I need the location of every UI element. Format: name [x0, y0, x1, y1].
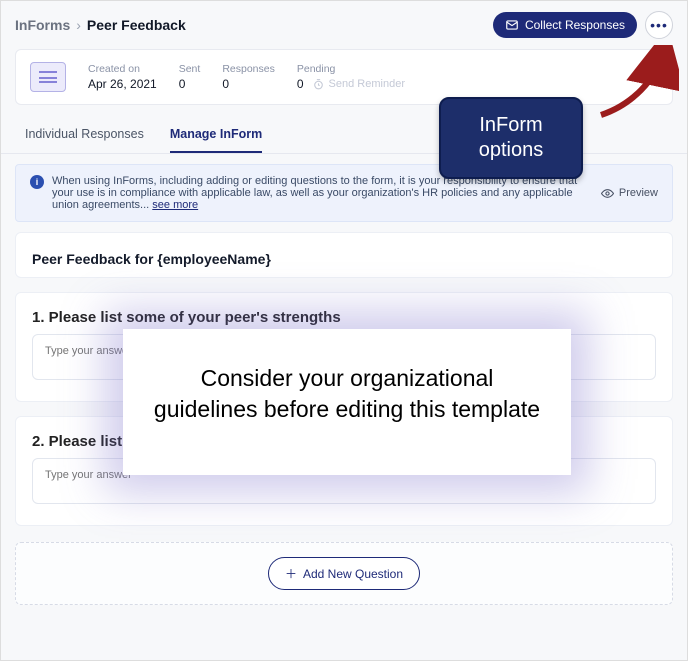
add-question-row: ＋ Add New Question: [15, 542, 673, 605]
form-title: Peer Feedback for {employeeName}: [32, 251, 271, 267]
meta-pending-value: 0: [297, 77, 304, 91]
tabs: Individual Responses Manage InForm: [1, 115, 687, 154]
plus-icon: ＋: [285, 565, 297, 582]
guidelines-overlay: Consider your organizational guidelines …: [123, 329, 571, 475]
meta-responses-value: 0: [222, 77, 275, 91]
meta-created: Created on Apr 26, 2021: [88, 63, 157, 91]
callout-title: InForm options: [479, 114, 544, 161]
preview-button[interactable]: Preview: [601, 187, 658, 200]
topbar: InForms › Peer Feedback Collect Response…: [1, 1, 687, 49]
chevron-right-icon: ›: [76, 17, 81, 33]
more-options-button[interactable]: •••: [645, 11, 673, 39]
meta-sent-value: 0: [179, 77, 201, 91]
meta-sent: Sent 0: [179, 63, 201, 91]
app-frame: InForms › Peer Feedback Collect Response…: [0, 0, 688, 661]
breadcrumb-page: Peer Feedback: [87, 17, 186, 33]
add-question-label: Add New Question: [303, 567, 403, 581]
clock-icon: [312, 78, 325, 91]
compliance-banner: i When using InForms, including adding o…: [30, 175, 591, 211]
callout-inform-options: InForm options: [439, 97, 583, 179]
meta-created-label: Created on: [88, 63, 157, 75]
meta-responses: Responses 0: [222, 63, 275, 91]
meta-created-value: Apr 26, 2021: [88, 77, 157, 91]
add-question-button[interactable]: ＋ Add New Question: [268, 557, 420, 590]
compliance-banner-text: When using InForms, including adding or …: [52, 175, 577, 211]
question-1-title: 1. Please list some of your peer's stren…: [32, 309, 656, 326]
tab-manage-inform[interactable]: Manage InForm: [170, 115, 262, 153]
compliance-banner-body: When using InForms, including adding or …: [52, 175, 591, 211]
meta-pending: Pending 0 Send Reminder: [297, 63, 405, 91]
form-header-card: Peer Feedback for {employeeName}: [15, 232, 673, 278]
form-icon: [30, 62, 66, 92]
envelope-icon: [505, 18, 519, 32]
meta-pending-label: Pending: [297, 63, 405, 75]
collect-responses-button[interactable]: Collect Responses: [493, 12, 637, 38]
see-more-link[interactable]: see more: [152, 199, 198, 211]
topbar-actions: Collect Responses •••: [493, 11, 673, 39]
eye-icon: [601, 187, 614, 200]
send-reminder-button[interactable]: Send Reminder: [312, 78, 405, 91]
meta-responses-label: Responses: [222, 63, 275, 75]
breadcrumb: InForms › Peer Feedback: [15, 17, 186, 33]
send-reminder-label: Send Reminder: [329, 78, 405, 90]
preview-label: Preview: [619, 187, 658, 199]
meta-sent-label: Sent: [179, 63, 201, 75]
breadcrumb-app[interactable]: InForms: [15, 17, 70, 33]
info-icon: i: [30, 175, 44, 189]
collect-responses-label: Collect Responses: [525, 18, 625, 32]
tab-individual-responses[interactable]: Individual Responses: [25, 115, 144, 153]
ellipsis-icon: •••: [650, 17, 668, 33]
guidelines-overlay-text: Consider your organizational guidelines …: [154, 365, 540, 422]
